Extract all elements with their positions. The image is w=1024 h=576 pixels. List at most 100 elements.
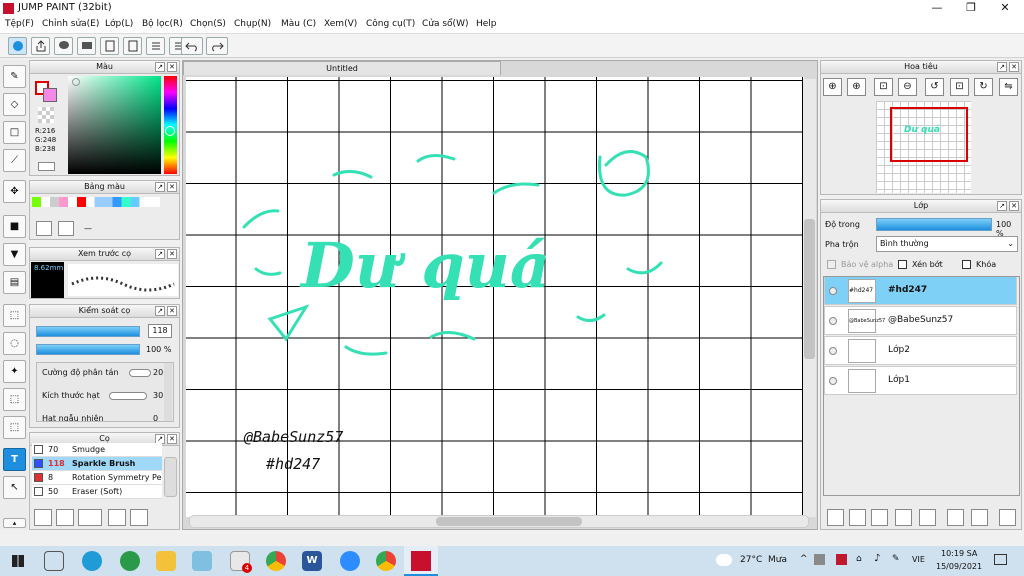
float-icon[interactable]: ↗	[155, 62, 165, 72]
maximize-button[interactable]: ❐	[954, 0, 988, 17]
fill-rect-tool-icon[interactable]: ■	[3, 215, 26, 238]
layer-item-babesunz57[interactable]: @BabeSunz57 @BabeSunz57	[824, 306, 1017, 335]
app-green-icon[interactable]	[120, 551, 140, 571]
visibility-toggle[interactable]	[829, 377, 837, 385]
new-layer-alt-icon[interactable]	[849, 509, 866, 526]
brush-item[interactable]: 50 Eraser (Soft)	[32, 485, 162, 499]
gradient-tool-icon[interactable]: ▤	[3, 271, 26, 294]
float-icon[interactable]: ↗	[997, 201, 1007, 211]
float-icon[interactable]: ↗	[155, 249, 165, 259]
close-icon[interactable]: ✕	[1009, 62, 1019, 72]
background-color-swatch[interactable]	[43, 88, 57, 102]
new-palette-icon[interactable]	[36, 221, 52, 236]
visibility-toggle[interactable]	[829, 317, 837, 325]
chrome-icon[interactable]	[266, 551, 286, 571]
new-brush-icon[interactable]	[56, 509, 74, 526]
pen-icon[interactable]: ✎	[892, 554, 900, 564]
brush-folder-icon[interactable]	[130, 509, 148, 526]
saturation-box[interactable]	[68, 76, 161, 174]
zoom-app-icon[interactable]	[340, 551, 360, 571]
messenger-icon[interactable]: 4	[230, 551, 252, 573]
windows-start-icon[interactable]	[12, 555, 24, 567]
comment-icon[interactable]	[54, 37, 73, 55]
layer-opacity-slider[interactable]	[876, 218, 992, 231]
swap-icon[interactable]: ▴	[3, 518, 26, 528]
eraser-tool-icon[interactable]: ◇	[3, 93, 26, 116]
palette-menu-icon[interactable]: —	[84, 224, 92, 233]
brush-tool-icon[interactable]: ✎	[3, 65, 26, 88]
move-tool-icon[interactable]: ✥	[3, 180, 26, 203]
jump-paint-taskbar-button[interactable]	[404, 546, 438, 576]
blend-mode-select[interactable]: Bình thường ⌄	[876, 236, 1018, 252]
flip-icon[interactable]: ⇋	[999, 78, 1018, 96]
menu-layer[interactable]: Lớp(L)	[105, 19, 133, 29]
canvas-vertical-scrollbar[interactable]	[803, 79, 816, 517]
visibility-toggle[interactable]	[829, 347, 837, 355]
app-brush-icon[interactable]	[192, 551, 212, 571]
brush-copy-icon[interactable]	[108, 509, 126, 526]
clock-time[interactable]: 10:19 SA	[941, 549, 977, 558]
rectangle-tool-icon[interactable]: □	[3, 121, 26, 144]
close-button[interactable]: ✕	[988, 0, 1022, 17]
document-tab[interactable]: Untitled	[183, 61, 501, 75]
params-scrollbar[interactable]	[164, 363, 172, 421]
chrome-alt-icon[interactable]	[376, 551, 396, 571]
clock-date[interactable]: 15/09/2021	[936, 562, 982, 571]
layer-item-lop2[interactable]: Lớp2	[824, 336, 1017, 365]
volume-icon[interactable]: ♪	[874, 553, 880, 564]
bucket-tool-icon[interactable]: ▼	[3, 243, 26, 266]
rotate-left-icon[interactable]: ↺	[925, 78, 944, 96]
menu-edit[interactable]: Chỉnh sửa(E)	[42, 19, 99, 29]
close-icon[interactable]: ✕	[167, 306, 177, 316]
param-dispersion-slider[interactable]	[129, 369, 151, 377]
select-eraser-tool-icon[interactable]: ⬚	[3, 416, 26, 439]
param-particle-size-slider[interactable]	[109, 392, 147, 400]
select-pen-tool-icon[interactable]: ⬚	[3, 388, 26, 411]
magic-wand-tool-icon[interactable]: ✦	[3, 360, 26, 383]
float-icon[interactable]: ↗	[155, 306, 165, 316]
language-indicator[interactable]: VIE	[912, 555, 925, 564]
share-icon[interactable]	[31, 37, 50, 55]
screentone-layer-icon[interactable]	[895, 509, 912, 526]
menu-color[interactable]: Màu (C)	[281, 19, 316, 29]
layer-item-lop1[interactable]: Lớp1	[824, 366, 1017, 395]
zoom-in-icon[interactable]: ⊕	[823, 78, 842, 96]
actual-size-icon[interactable]: ⊡	[950, 78, 969, 96]
page-icon[interactable]	[123, 37, 142, 55]
canvas-horizontal-scrollbar[interactable]	[189, 515, 809, 528]
brush-opacity-slider[interactable]	[36, 344, 140, 355]
brush-item[interactable]: 70 Smudge	[32, 443, 162, 457]
visibility-toggle[interactable]	[829, 287, 837, 295]
network-icon[interactable]: ⌂	[856, 554, 862, 564]
float-icon[interactable]: ↗	[155, 182, 165, 192]
text-tool-icon[interactable]: T	[3, 448, 26, 471]
transparent-swatch[interactable]	[38, 107, 54, 123]
file-explorer-icon[interactable]	[156, 551, 176, 571]
redo-icon[interactable]	[206, 37, 228, 55]
close-icon[interactable]: ✕	[167, 249, 177, 259]
edge-icon[interactable]	[82, 551, 102, 571]
brush-size-slider[interactable]	[36, 326, 140, 337]
color-mode-button[interactable]	[38, 162, 55, 171]
protect-alpha-checkbox[interactable]	[827, 260, 836, 269]
new-vector-layer-icon[interactable]	[871, 509, 888, 526]
lock-checkbox[interactable]	[962, 260, 971, 269]
word-icon[interactable]: W	[302, 551, 322, 571]
brush-item[interactable]: 8 Rotation Symmetry Pe	[32, 471, 162, 485]
menu-help[interactable]: Help	[476, 19, 497, 29]
tray-vpn-icon[interactable]	[836, 554, 847, 565]
chat-icon[interactable]	[77, 37, 96, 55]
task-view-icon[interactable]	[44, 551, 64, 571]
close-icon[interactable]: ✕	[167, 62, 177, 72]
new-folder-icon[interactable]	[919, 509, 936, 526]
operation-tool-icon[interactable]: ↖	[3, 476, 26, 499]
merge-layer-icon[interactable]	[971, 509, 988, 526]
delete-layer-icon[interactable]	[999, 509, 1016, 526]
undo-icon[interactable]	[181, 37, 203, 55]
tray-chevron-icon[interactable]: ^	[800, 554, 808, 564]
tray-app-icon[interactable]	[814, 554, 825, 565]
palette-swatches[interactable]	[32, 197, 160, 207]
new-layer-icon[interactable]	[827, 509, 844, 526]
list-icon[interactable]	[146, 37, 165, 55]
document-icon[interactable]	[100, 37, 119, 55]
